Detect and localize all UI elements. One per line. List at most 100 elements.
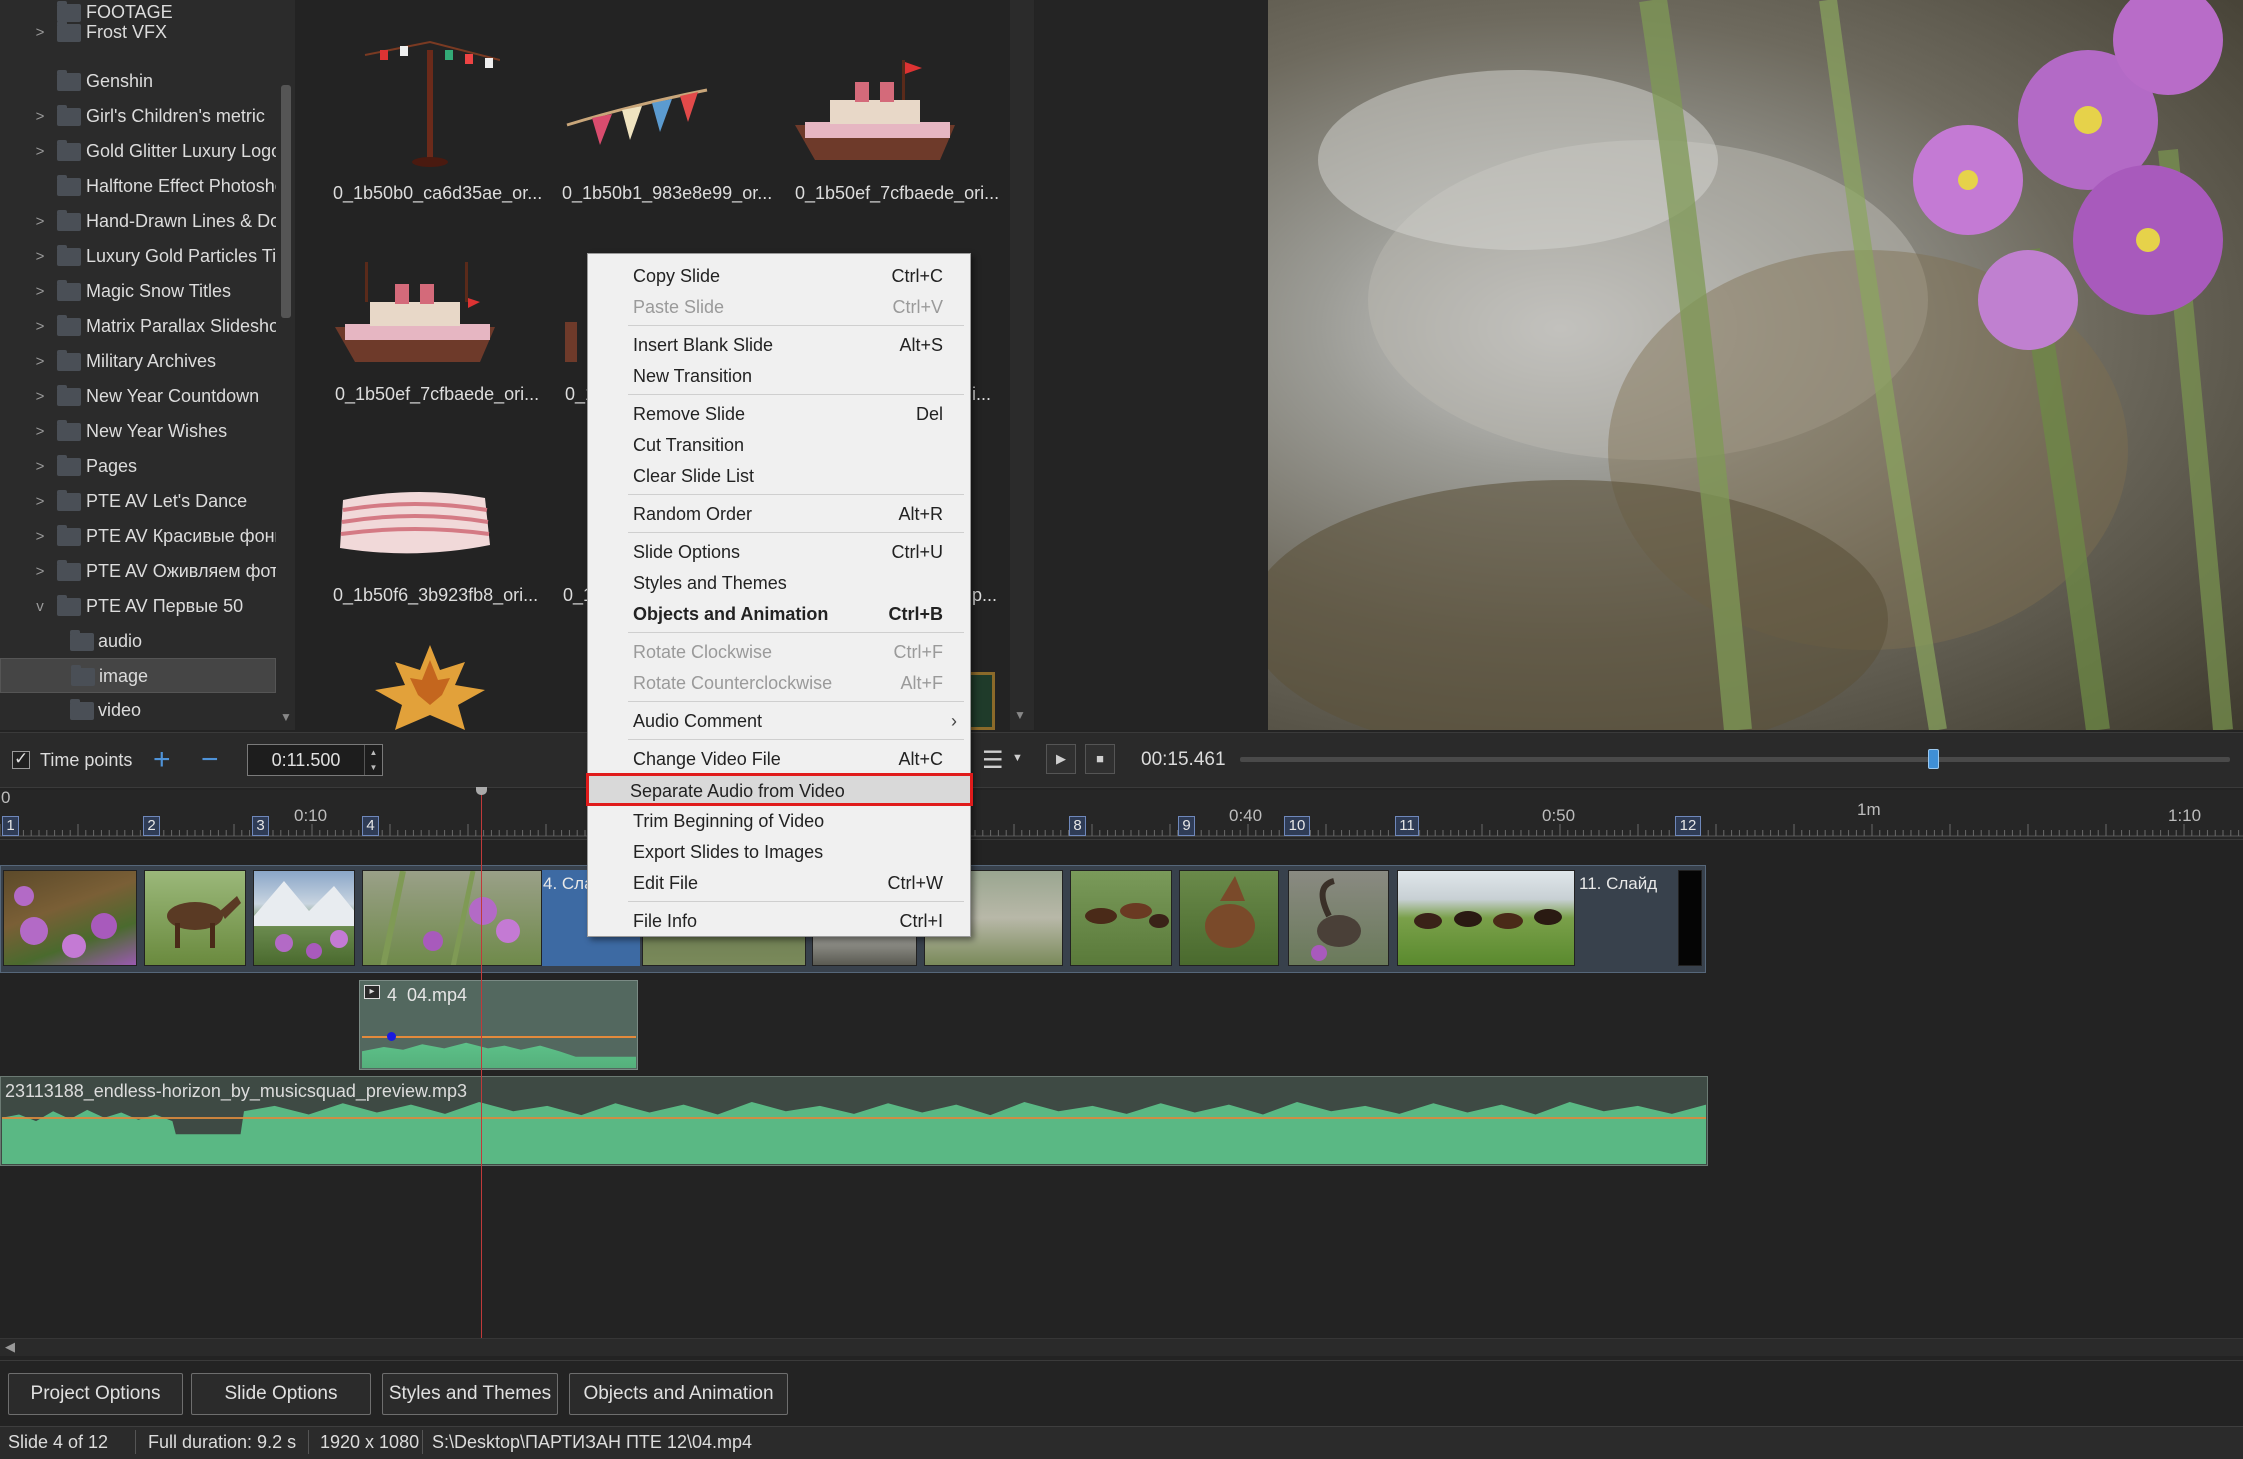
tree-item-halftone[interactable]: Halftone Effect Photoshop xyxy=(0,169,276,204)
tree-item-audio[interactable]: audio xyxy=(0,624,276,659)
slide-marker[interactable]: 8 xyxy=(1069,816,1086,836)
tree-item-pages[interactable]: > Pages xyxy=(0,449,276,484)
menu-item-edit-file[interactable]: Edit File Ctrl+W xyxy=(589,868,969,899)
menu-item-export-slides[interactable]: Export Slides to Images xyxy=(589,837,969,868)
slide-marker[interactable]: 11 xyxy=(1395,816,1419,836)
tree-item-frost-vfx[interactable]: > Frost VFX xyxy=(0,15,276,50)
tree-item-video[interactable]: video xyxy=(0,693,276,728)
styles-themes-button[interactable]: Styles and Themes xyxy=(382,1373,558,1415)
slide-thumbnail[interactable] xyxy=(144,870,246,966)
slide-marker[interactable]: 9 xyxy=(1178,816,1195,836)
menu-item-new-transition[interactable]: New Transition xyxy=(589,361,969,392)
timeline-ruler[interactable]: 0 0:10 0:40 0:50 1m 1:10 1 2 3 4 8 9 10 … xyxy=(0,788,2243,840)
time-points-checkbox[interactable] xyxy=(12,749,30,769)
chevron-down-icon[interactable]: ▼ xyxy=(1012,752,1023,764)
scroll-down-arrow-icon[interactable]: ▼ xyxy=(280,710,292,724)
expand-chevron-icon[interactable]: > xyxy=(30,344,50,379)
tree-item-pte-backgrounds[interactable]: > PTE AV Красивые фоны xyxy=(0,519,276,554)
menu-item-insert-blank-slide[interactable]: Insert Blank Slide Alt+S xyxy=(589,330,969,361)
menu-item-remove-slide[interactable]: Remove Slide Del xyxy=(589,399,969,430)
slide-thumbnail[interactable] xyxy=(1179,870,1279,966)
spin-up-icon[interactable]: ▲ xyxy=(364,745,382,760)
tree-item-gold-glitter[interactable]: > Gold Glitter Luxury Logo xyxy=(0,134,276,169)
slide-thumbnail[interactable] xyxy=(1288,870,1389,966)
thumbnail-ship[interactable] xyxy=(790,50,960,170)
thumbnail-pillow[interactable] xyxy=(335,480,495,560)
expand-chevron-icon[interactable]: > xyxy=(30,204,50,239)
slide-marker[interactable]: 10 xyxy=(1284,816,1310,836)
spin-down-icon[interactable]: ▼ xyxy=(364,760,382,775)
expand-chevron-icon[interactable]: > xyxy=(30,239,50,274)
expand-chevron-icon[interactable]: > xyxy=(30,414,50,449)
expand-chevron-icon[interactable]: > xyxy=(30,379,50,414)
thumbnail-scrollbar[interactable] xyxy=(1010,0,1034,730)
menu-item-objects-animation[interactable]: Objects and Animation Ctrl+B xyxy=(589,599,969,630)
slide-thumbnail-black[interactable] xyxy=(1678,870,1702,966)
slide-marker[interactable]: 4 xyxy=(362,816,379,836)
tree-item-matrix-parallax[interactable]: > Matrix Parallax Slideshow xyxy=(0,309,276,344)
expand-chevron-icon[interactable]: > xyxy=(30,134,50,169)
stop-button[interactable]: ■ xyxy=(1085,744,1115,774)
remove-time-point-icon[interactable]: − xyxy=(201,743,219,777)
expand-chevron-icon[interactable]: > xyxy=(30,519,50,554)
tree-item-pte-first-50[interactable]: v PTE AV Первые 50 xyxy=(0,589,276,624)
tree-item-pte-animate-photos[interactable]: > PTE AV Оживляем фото xyxy=(0,554,276,589)
expand-chevron-icon[interactable]: > xyxy=(30,274,50,309)
tree-item-new-year-wishes[interactable]: > New Year Wishes xyxy=(0,414,276,449)
expand-chevron-icon[interactable]: > xyxy=(30,449,50,484)
menu-item-slide-options[interactable]: Slide Options Ctrl+U xyxy=(589,537,969,568)
thumbnail-partial[interactable] xyxy=(565,322,577,362)
tree-item-military-archives[interactable]: > Military Archives xyxy=(0,344,276,379)
slide-thumbnail[interactable] xyxy=(253,870,355,966)
tree-item-image[interactable]: image xyxy=(0,658,276,693)
tree-item-new-year-countdown[interactable]: > New Year Countdown xyxy=(0,379,276,414)
objects-animation-button[interactable]: Objects and Animation xyxy=(569,1373,788,1415)
thumbnail-maple-leaf[interactable] xyxy=(370,640,490,730)
tree-item-girls-metric[interactable]: > Girl's Children's metric xyxy=(0,99,276,134)
thumbnail-bunting[interactable] xyxy=(562,70,712,160)
playhead[interactable] xyxy=(481,790,482,1338)
menu-item-audio-comment[interactable]: Audio Comment › xyxy=(589,706,969,737)
menu-item-trim-beginning[interactable]: Trim Beginning of Video xyxy=(589,806,969,837)
project-options-button[interactable]: Project Options xyxy=(8,1373,183,1415)
volume-keypoint[interactable] xyxy=(387,1032,396,1041)
expand-chevron-icon[interactable]: > xyxy=(30,309,50,344)
slide-options-button[interactable]: Slide Options xyxy=(191,1373,371,1415)
slide-marker[interactable]: 2 xyxy=(143,816,160,836)
menu-item-clear-slide-list[interactable]: Clear Slide List xyxy=(589,461,969,492)
expand-chevron-icon[interactable]: > xyxy=(30,484,50,519)
slide-thumbnail-selected[interactable] xyxy=(362,870,542,966)
slide-thumbnail[interactable] xyxy=(3,870,137,966)
tree-item-hand-drawn[interactable]: >Hand-Drawn Lines & Doodle xyxy=(0,204,276,239)
slide-thumbnail[interactable] xyxy=(1070,870,1172,966)
thumbnail-flag-pole[interactable] xyxy=(360,30,500,170)
time-value-input[interactable]: 0:11.500 ▲ ▼ xyxy=(247,744,383,776)
play-button[interactable]: ▶ xyxy=(1046,744,1076,774)
playback-progress-thumb[interactable] xyxy=(1928,749,1939,769)
add-time-point-icon[interactable]: + xyxy=(153,743,171,777)
tree-scrollbar-thumb[interactable] xyxy=(281,85,291,318)
slide-marker[interactable]: 1 xyxy=(2,816,19,836)
tree-item-genshin[interactable]: Genshin xyxy=(0,64,276,99)
audio-volume-line[interactable] xyxy=(2,1117,1706,1119)
thumbnail-ship[interactable] xyxy=(330,252,500,372)
scroll-down-arrow-icon[interactable]: ▼ xyxy=(1014,708,1026,722)
menu-item-random-order[interactable]: Random Order Alt+R xyxy=(589,499,969,530)
scroll-left-arrow-icon[interactable]: ◀ xyxy=(5,1339,15,1355)
slide-marker[interactable]: 12 xyxy=(1675,816,1701,836)
menu-item-cut-transition[interactable]: Cut Transition xyxy=(589,430,969,461)
menu-item-separate-audio-from-video[interactable]: Separate Audio from Video xyxy=(586,773,973,806)
expand-chevron-icon[interactable]: > xyxy=(30,99,50,134)
slide-thumbnail[interactable] xyxy=(1397,870,1575,966)
expand-chevron-icon[interactable]: > xyxy=(30,15,50,50)
expand-chevron-icon[interactable]: > xyxy=(30,554,50,589)
menu-item-change-video-file[interactable]: Change Video File Alt+C xyxy=(589,744,969,775)
timeline-horizontal-scrollbar[interactable] xyxy=(0,1338,2243,1356)
slide-marker[interactable]: 3 xyxy=(252,816,269,836)
tree-item-luxury-gold[interactable]: >Luxury Gold Particles Titles xyxy=(0,239,276,274)
menu-item-copy-slide[interactable]: Copy Slide Ctrl+C xyxy=(589,261,969,292)
collapse-chevron-icon[interactable]: v xyxy=(30,589,50,624)
video-clip-volume-line[interactable] xyxy=(362,1036,636,1038)
tree-item-pte-lets-dance[interactable]: > PTE AV Let's Dance xyxy=(0,484,276,519)
playback-progress-bar[interactable] xyxy=(1240,757,2230,762)
